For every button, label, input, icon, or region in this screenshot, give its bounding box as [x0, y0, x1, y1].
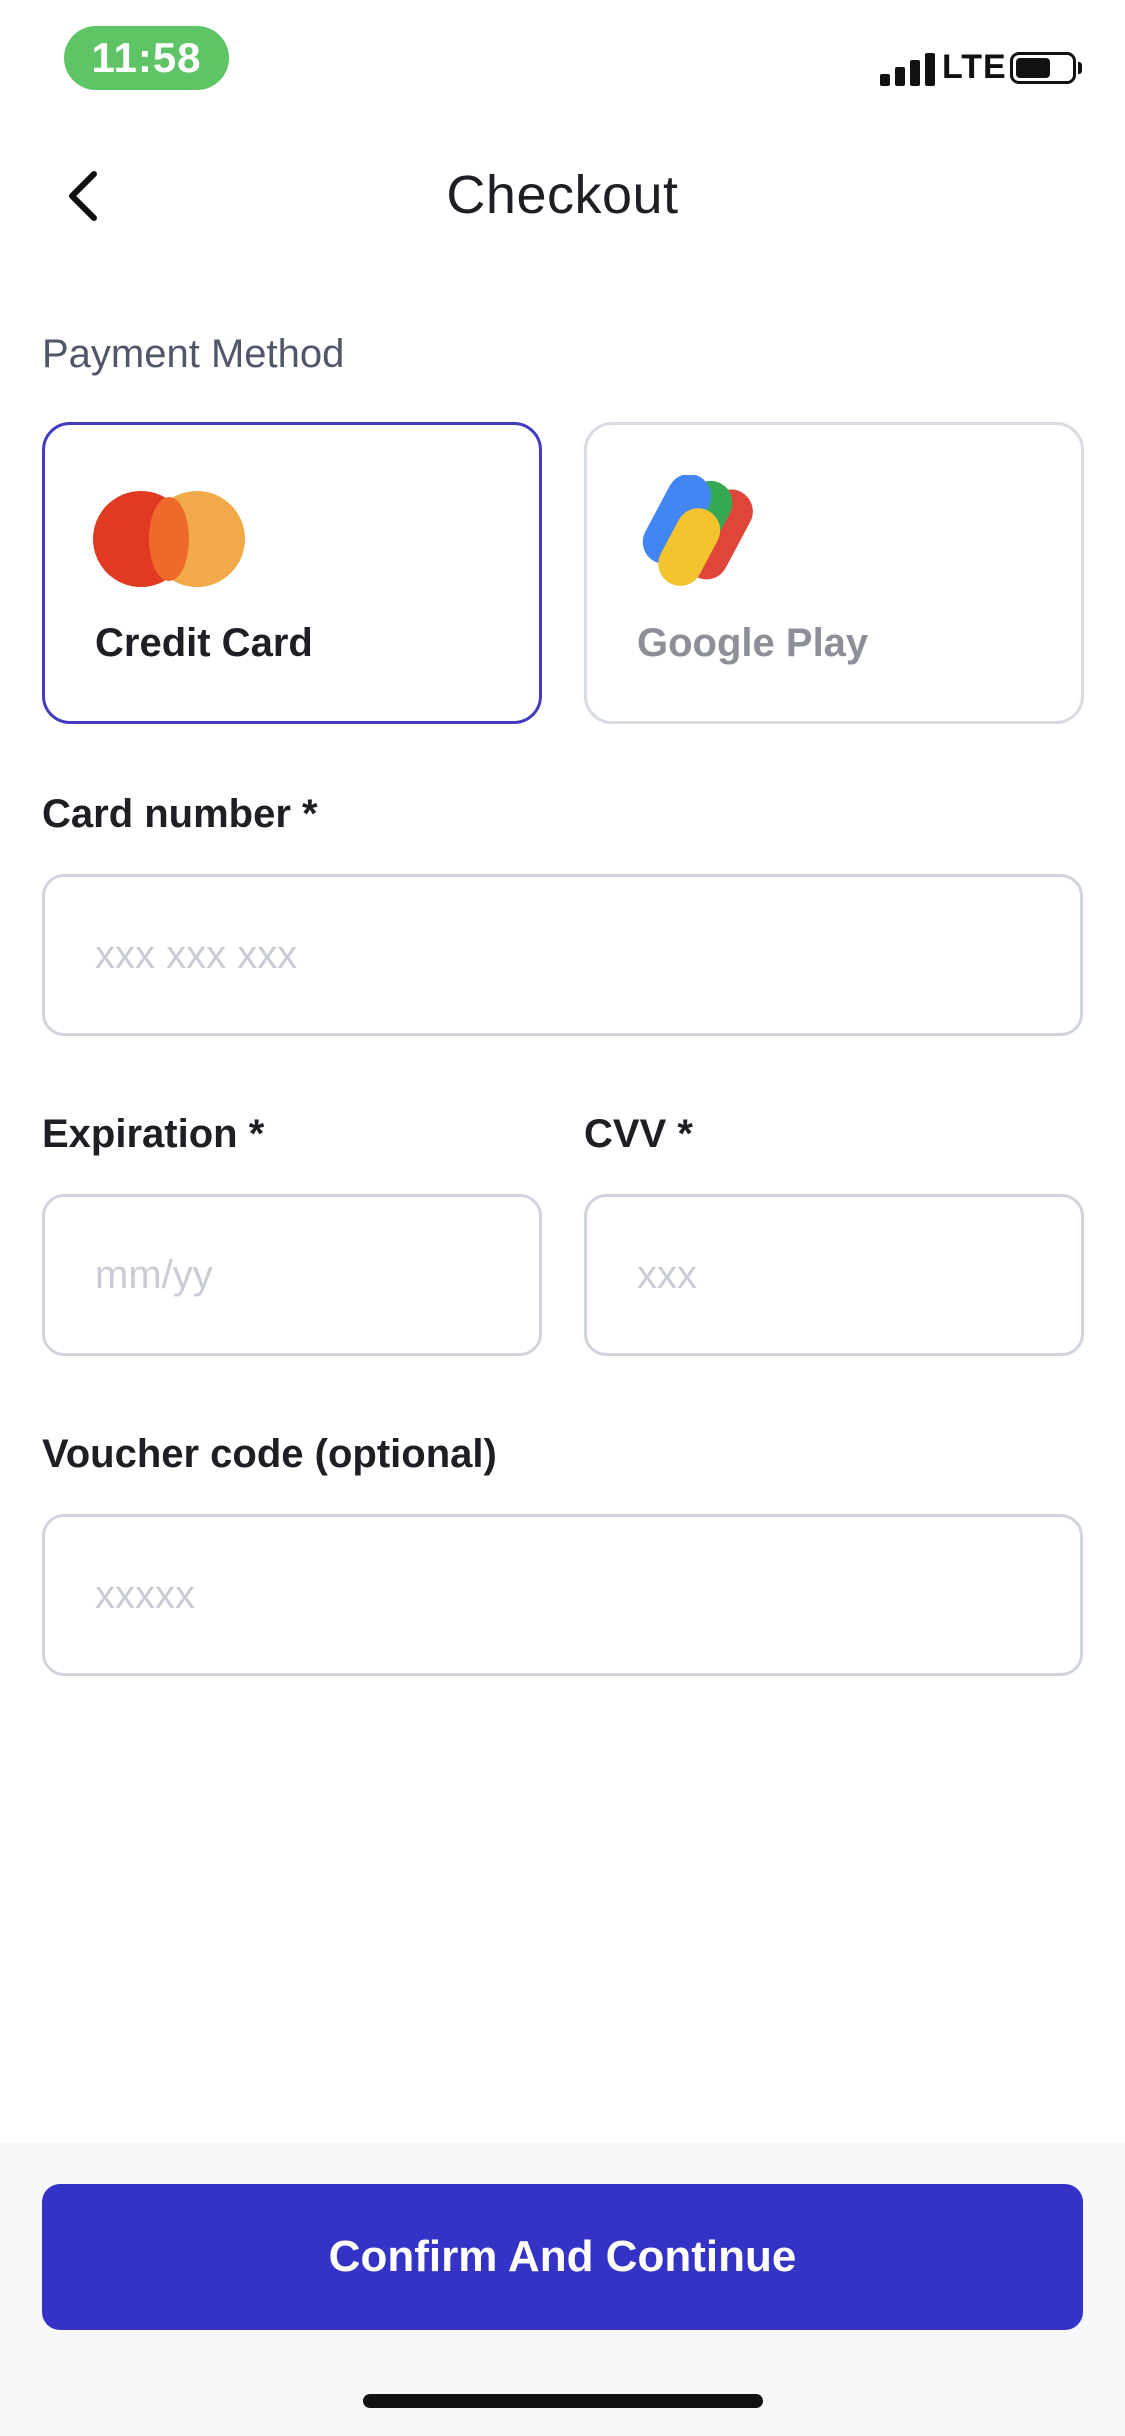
status-bar: 11:58 LTE: [0, 0, 1125, 120]
confirm-continue-button[interactable]: Confirm And Continue: [42, 2184, 1083, 2330]
expiration-input[interactable]: [42, 1194, 542, 1356]
google-pay-logo-icon: [642, 475, 753, 586]
payment-option-label: Credit Card: [95, 621, 313, 665]
battery-tip: [1078, 62, 1082, 74]
voucher-label: Voucher code (optional): [42, 1432, 497, 1476]
payment-option-label: Google Play: [637, 621, 869, 665]
home-indicator[interactable]: [363, 2394, 763, 2408]
payment-option-credit-card[interactable]: Credit Card: [42, 422, 542, 724]
bottom-action-bar: Confirm And Continue: [0, 2142, 1125, 2436]
cvv-label: CVV *: [584, 1112, 693, 1156]
payment-method-label: Payment Method: [42, 332, 345, 376]
expiration-label: Expiration *: [42, 1112, 265, 1156]
card-number-input[interactable]: [42, 874, 1083, 1036]
network-type: LTE: [942, 48, 1007, 86]
cvv-input[interactable]: [584, 1194, 1084, 1356]
voucher-input[interactable]: [42, 1514, 1083, 1676]
battery-icon: [1010, 52, 1076, 84]
card-number-label: Card number *: [42, 792, 318, 836]
mastercard-logo-icon: [93, 491, 245, 587]
payment-option-google-play[interactable]: Google Play: [584, 422, 1084, 724]
checkout-screen: 11:58 LTE Checkout Payment Method Credit…: [0, 0, 1125, 2436]
status-time: 11:58: [64, 26, 229, 90]
signal-icon: [880, 52, 936, 86]
page-title: Checkout: [446, 165, 679, 225]
